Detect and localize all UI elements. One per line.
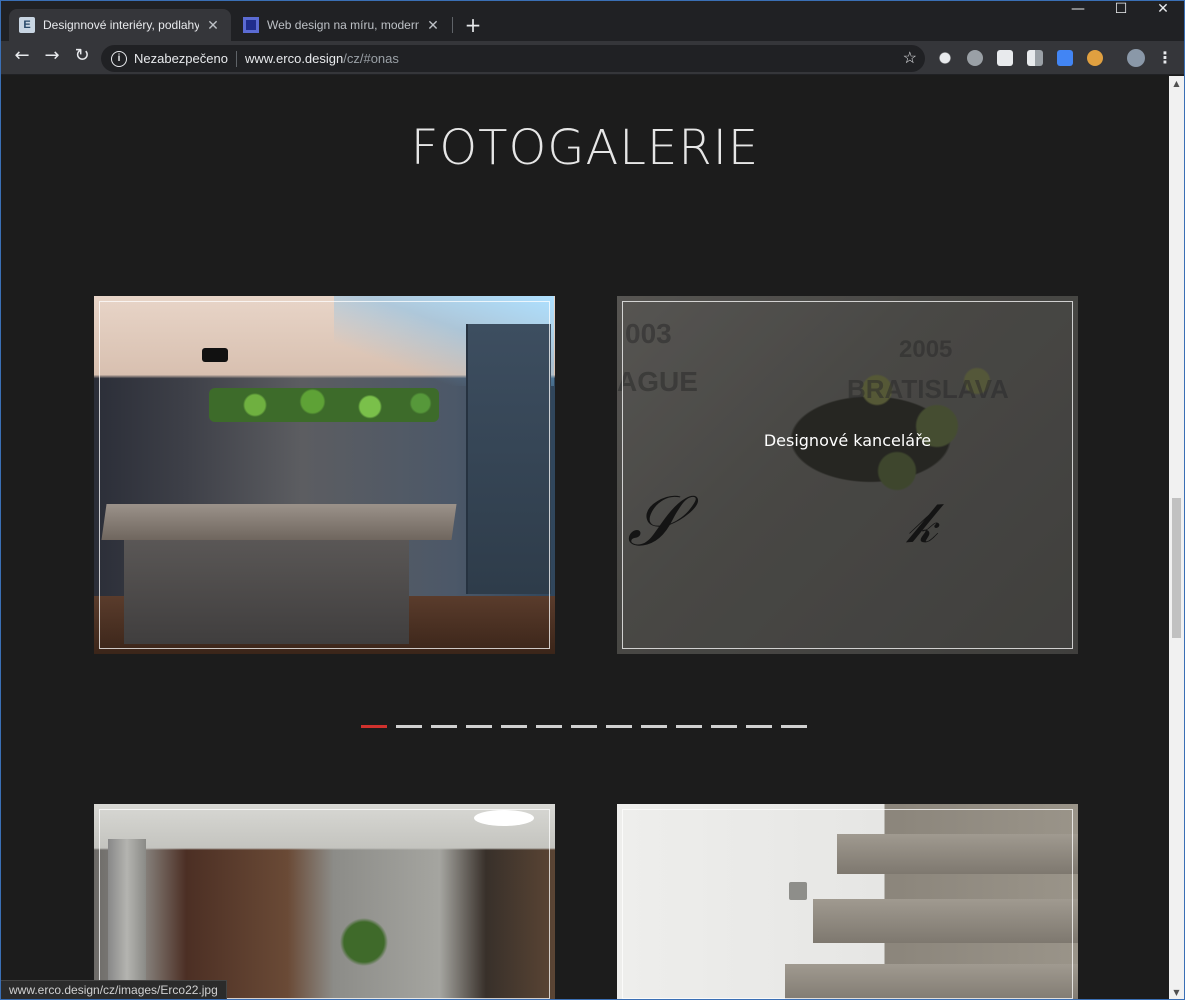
- pagination-dot[interactable]: [606, 725, 632, 728]
- page-title: FOTOGALERIE: [410, 120, 760, 176]
- tab-title: Designnové interiéry, podlahy, st: [43, 18, 199, 32]
- webdesign-logo-icon: [243, 17, 259, 33]
- lamp: [202, 348, 228, 362]
- skype-icon[interactable]: [967, 50, 983, 66]
- pagination-dot[interactable]: [361, 725, 387, 728]
- office-wall-photo[interactable]: 003 AGUE 2005 BRATISLAVA 𝒮 𝓀 Designové k…: [617, 296, 1078, 654]
- plants: [209, 388, 439, 422]
- kitchen-island: [124, 540, 409, 644]
- tab-divider: [452, 17, 453, 33]
- translate-icon[interactable]: [1057, 50, 1073, 66]
- close-window-button[interactable]: ✕: [1141, 1, 1184, 29]
- url-host: www.erco.design: [244, 51, 344, 66]
- photo-overlay: [617, 296, 1078, 654]
- checkmark-icon[interactable]: [997, 50, 1013, 66]
- avatar[interactable]: [1127, 49, 1145, 67]
- back-button[interactable]: ←: [9, 45, 35, 71]
- address-bar[interactable]: i Nezabezpečeno www.erco.design/cz/#onas…: [101, 45, 925, 72]
- address-divider: [235, 50, 237, 67]
- tab-strip: E Designnové interiéry, podlahy, st ✕ We…: [1, 1, 1184, 41]
- stair-step: [837, 834, 1078, 874]
- scroll-down-icon[interactable]: ▼: [1169, 985, 1184, 999]
- kitchen-photo[interactable]: [94, 296, 555, 654]
- star-icon[interactable]: ☆: [903, 48, 917, 68]
- cabinet: [466, 324, 551, 594]
- page-content: FOTOGALERIE 003 AGUE 2005 BRATISLAVA 𝒮 𝓀…: [1, 76, 1169, 999]
- lobby-photo[interactable]: [94, 804, 555, 999]
- new-tab-button[interactable]: +: [463, 13, 483, 37]
- plant: [334, 914, 394, 984]
- close-tab-icon[interactable]: ✕: [205, 17, 221, 34]
- erco-logo-icon: E: [19, 17, 35, 33]
- scroll-thumb[interactable]: [1172, 498, 1181, 638]
- face-icon[interactable]: [1087, 50, 1103, 66]
- pagination-dot[interactable]: [501, 725, 527, 728]
- photo-frame: [99, 809, 550, 999]
- pagination-dot[interactable]: [571, 725, 597, 728]
- counter-top: [101, 504, 457, 540]
- stair-step: [785, 964, 1078, 999]
- close-tab-icon[interactable]: ✕: [425, 17, 441, 34]
- reload-button[interactable]: ↻: [69, 45, 95, 71]
- security-label[interactable]: Nezabezpečeno: [134, 51, 228, 66]
- pagination-dot[interactable]: [431, 725, 457, 728]
- browser-window: E Designnové interiéry, podlahy, st ✕ We…: [0, 0, 1185, 1000]
- maximize-button[interactable]: ☐: [1099, 1, 1143, 29]
- pagination-dot[interactable]: [396, 725, 422, 728]
- minimize-button[interactable]: —: [1056, 1, 1100, 29]
- info-icon[interactable]: i: [111, 50, 127, 67]
- lightbulb-icon[interactable]: [937, 50, 953, 66]
- pagination-dot[interactable]: [781, 725, 807, 728]
- wall-switch: [789, 882, 807, 900]
- stair-step: [813, 899, 1078, 943]
- pagination-dot[interactable]: [676, 725, 702, 728]
- reader-icon[interactable]: [1027, 50, 1043, 66]
- scroll-up-icon[interactable]: ▲: [1169, 76, 1184, 92]
- tab-erco[interactable]: E Designnové interiéry, podlahy, st ✕: [9, 9, 231, 41]
- pagination-dot[interactable]: [641, 725, 667, 728]
- forward-button[interactable]: →: [39, 45, 65, 71]
- ceiling-light: [474, 810, 534, 826]
- url-path: /cz/#onas: [343, 51, 399, 66]
- tab-title: Web design na míru, moderní, re: [267, 18, 419, 32]
- status-bar-url: www.erco.design/cz/images/Erco22.jpg: [1, 980, 227, 999]
- menu-icon[interactable]: ⋮: [1157, 45, 1173, 71]
- gallery-pagination: [361, 725, 821, 729]
- tab-webdesign[interactable]: Web design na míru, moderní, re ✕: [233, 9, 451, 41]
- pagination-dot[interactable]: [536, 725, 562, 728]
- photo-caption[interactable]: Designové kanceláře: [617, 431, 1078, 450]
- stairs-photo[interactable]: [617, 804, 1078, 999]
- column: [108, 839, 146, 999]
- scrollbar[interactable]: ▲ ▼: [1169, 76, 1184, 999]
- pagination-dot[interactable]: [466, 725, 492, 728]
- pagination-dot[interactable]: [746, 725, 772, 728]
- pagination-dot[interactable]: [711, 725, 737, 728]
